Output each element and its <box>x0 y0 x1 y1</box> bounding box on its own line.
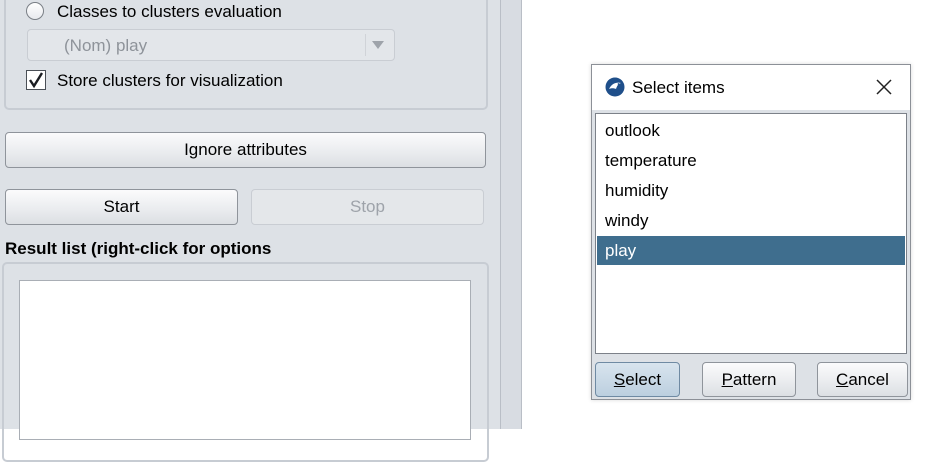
select-button[interactable]: Select <box>595 362 680 397</box>
dialog-title: Select items <box>632 78 725 97</box>
result-list[interactable] <box>19 280 471 440</box>
stop-button: Stop <box>251 189 484 225</box>
store-clusters-checkbox[interactable] <box>26 70 46 90</box>
classes-to-clusters-label: Classes to clusters evaluation <box>57 2 282 21</box>
chevron-down-icon <box>372 41 384 49</box>
list-item-humidity[interactable]: humidity <box>597 176 905 205</box>
classes-to-clusters-radio[interactable] <box>26 2 44 20</box>
pattern-button[interactable]: Pattern <box>702 362 796 397</box>
items-list[interactable]: outlook temperature humidity windy play <box>595 113 907 354</box>
cluster-panel: Classes to clusters evaluation (Nom) pla… <box>0 0 522 462</box>
select-items-dialog: Select items outlook temperature humidit… <box>591 64 911 400</box>
list-item-windy[interactable]: windy <box>597 206 905 235</box>
pattern-label-rest: attern <box>732 370 777 389</box>
combo-separator <box>365 34 366 56</box>
result-list-label: Result list (right-click for options <box>5 239 272 258</box>
select-mnemonic: S <box>613 370 626 389</box>
checkmark-icon <box>29 72 44 89</box>
cancel-label-rest: ancel <box>848 370 889 389</box>
ignore-attributes-button[interactable]: Ignore attributes <box>5 132 486 168</box>
pattern-mnemonic: P <box>721 370 733 389</box>
store-clusters-label: Store clusters for visualization <box>57 71 283 90</box>
class-attribute-value: (Nom) play <box>64 36 148 55</box>
list-item-temperature[interactable]: temperature <box>597 146 905 175</box>
weka-bird-icon <box>605 77 625 102</box>
cancel-button[interactable]: Cancel <box>817 362 908 397</box>
select-label-rest: elect <box>625 370 662 389</box>
close-icon[interactable] <box>875 78 893 101</box>
list-item-play[interactable]: play <box>597 236 905 265</box>
dialog-titlebar[interactable]: Select items <box>592 65 910 110</box>
start-button[interactable]: Start <box>5 189 238 225</box>
list-item-outlook[interactable]: outlook <box>597 116 905 145</box>
cancel-mnemonic: C <box>836 370 849 389</box>
class-attribute-combo: (Nom) play <box>27 29 395 61</box>
panel-divider[interactable] <box>500 0 522 429</box>
